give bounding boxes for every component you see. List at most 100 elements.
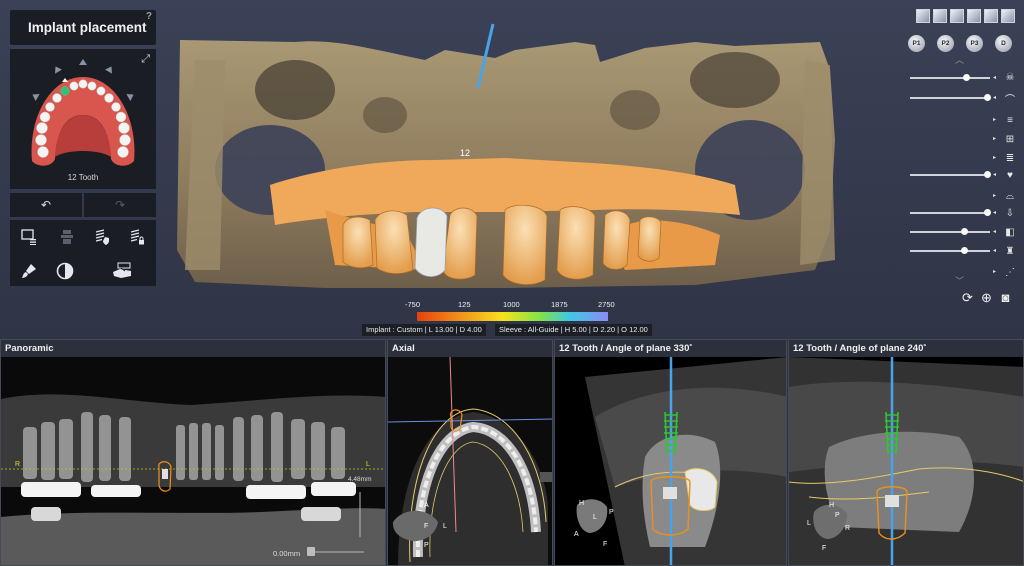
colorbar-tick-1: -750	[405, 300, 421, 309]
redo-button[interactable]: ↷	[84, 193, 156, 217]
cross-section-240-panel[interactable]: 12 Tooth / Angle of plane 240˚ H P L R F	[788, 339, 1024, 566]
slider-knob[interactable]	[963, 74, 970, 81]
layer5-arrow-icon[interactable]: ▸	[993, 154, 996, 161]
implant-library-button[interactable]	[18, 226, 40, 248]
arch-arrow-icon[interactable]: ▸	[993, 192, 996, 199]
camera-icon[interactable]: ◙	[998, 290, 1013, 305]
tooth-icon[interactable]: ♥	[1003, 169, 1017, 181]
panoramic-thickness-slider[interactable]	[307, 547, 364, 556]
model-toggle-arrow-icon[interactable]: ◂	[993, 94, 996, 101]
contrast-button[interactable]	[54, 260, 76, 282]
panel-title: Implant placement ?	[10, 10, 156, 45]
scroll-down-chevron-icon[interactable]: ﹀	[955, 274, 964, 287]
3d-skull-render[interactable]: 12	[175, 20, 840, 290]
measurement-label: 4.48mm	[348, 476, 371, 483]
model-opacity-slider[interactable]	[910, 94, 991, 101]
implant-icon[interactable]: ⇩	[1003, 207, 1017, 219]
cross-section-240-title: 12 Tooth / Angle of plane 240˚	[789, 340, 1023, 357]
axial-orient-l: L	[443, 523, 447, 530]
panoramic-image[interactable]: R L 4.48mm	[1, 357, 386, 566]
skull-toggle-arrow-icon[interactable]: ◂	[993, 74, 996, 81]
implant-opacity-slider[interactable]	[910, 209, 991, 216]
zoom-value: 0.00mm	[273, 549, 301, 558]
axial-image[interactable]: A F L P	[388, 357, 553, 566]
abutment-opacity-slider[interactable]	[910, 247, 990, 254]
panel-title-text: Implant placement	[28, 20, 147, 35]
3d-volume-view[interactable]: 12	[175, 20, 840, 290]
dental-arch-diagram[interactable]	[10, 49, 156, 174]
nerve-icon[interactable]: ⋰	[1003, 266, 1017, 278]
slider-knob[interactable]	[984, 209, 991, 216]
scroll-up-chevron-icon[interactable]: ︿	[955, 53, 964, 66]
slider-knob[interactable]	[984, 171, 991, 178]
cross-section-330-image[interactable]: H P L A F	[555, 357, 787, 566]
preset-d-button[interactable]: D	[995, 35, 1012, 52]
scan-model-icon[interactable]: ⌒	[1003, 92, 1017, 106]
slider-knob[interactable]	[961, 247, 968, 254]
abutment-layer-icon[interactable]: ♜	[1003, 245, 1017, 257]
tooth-opacity-slider[interactable]	[910, 171, 991, 178]
cross-section-330-panel[interactable]: 12 Tooth / Angle of plane 330˚ H P L A F	[554, 339, 787, 566]
sleeve-toggle-arrow-icon[interactable]: ◂	[993, 228, 996, 235]
slider-knob[interactable]	[984, 94, 991, 101]
slider-knob[interactable]	[307, 547, 315, 556]
axial-orient-a: A	[424, 502, 429, 509]
view-right-cube-icon[interactable]	[967, 9, 981, 23]
reset-view-icon[interactable]: ⊕	[979, 290, 994, 305]
undo-redo-row: ↶ ↷	[10, 193, 156, 217]
preset-p2-button[interactable]: P2	[937, 35, 954, 52]
skull-opacity-slider[interactable]	[910, 74, 990, 81]
cross2-orient-f: F	[822, 545, 826, 552]
implant-lock-button[interactable]	[126, 226, 148, 248]
axial-title: Axial	[388, 340, 552, 357]
abutment-button[interactable]	[56, 226, 78, 248]
brush-tool-button[interactable]	[18, 260, 40, 282]
slider-knob[interactable]	[961, 228, 968, 235]
axial-panel[interactable]: Axial A F L P	[387, 339, 553, 566]
sleeve-icon[interactable]: ◧	[1003, 226, 1017, 238]
left-side-marker: L	[366, 461, 370, 468]
cross1-orient-h: H	[579, 500, 584, 507]
implant-toggle-arrow-icon[interactable]: ◂	[993, 209, 996, 216]
cross1-orient-a: A	[574, 531, 579, 538]
axial-scrollbar[interactable]	[540, 472, 552, 482]
tooth-toggle-arrow-icon[interactable]: ◂	[993, 171, 996, 178]
expand-icon[interactable]: ⤢	[141, 53, 150, 66]
implant-guard-button[interactable]	[91, 226, 113, 248]
dental-arch-icon[interactable]: ⌓	[1003, 190, 1017, 202]
sleeve-info: Sleeve : All-Guide | H 5.00 | D 2.20 | O…	[495, 324, 652, 336]
view-top-cube-icon[interactable]	[984, 9, 998, 23]
layer3-arrow-icon[interactable]: ▸	[993, 116, 996, 123]
stack-layer-icon[interactable]: ≣	[1003, 152, 1017, 164]
colorbar-tick-4: 1875	[551, 300, 568, 309]
implant-planning-app: Implant placement ? ⤢ 12 Tooth ↶ ↷ 12 -7…	[0, 0, 1024, 566]
add-layer-icon[interactable]: ⊞	[1003, 133, 1017, 145]
view-bottom-cube-icon[interactable]	[1001, 9, 1015, 23]
scan-align-button[interactable]	[110, 260, 136, 282]
rotate-view-icon[interactable]: ⟳	[960, 290, 975, 305]
preset-p3-button[interactable]: P3	[966, 35, 983, 52]
sleeve-opacity-slider[interactable]	[910, 228, 990, 235]
view-back-cube-icon[interactable]	[933, 9, 947, 23]
tooth-arch-selector[interactable]: ⤢ 12 Tooth	[10, 49, 156, 189]
brush-icon	[22, 264, 36, 278]
axial-orient-p: P	[424, 542, 429, 549]
gum-layer-icon[interactable]: ≡	[1003, 114, 1017, 126]
skull-icon[interactable]: ☠	[1003, 71, 1017, 83]
panoramic-title: Panoramic	[1, 340, 385, 357]
layer4-arrow-icon[interactable]: ▸	[993, 135, 996, 142]
cross-section-240-image[interactable]: H P L R F	[789, 357, 1024, 566]
cross-section-330-title: 12 Tooth / Angle of plane 330˚	[555, 340, 786, 357]
cross2-orient-h: H	[829, 502, 834, 509]
preset-p1-button[interactable]: P1	[908, 35, 925, 52]
nerve-arrow-icon[interactable]: ▸	[993, 268, 996, 275]
cross1-orient-p: P	[609, 509, 614, 516]
panoramic-panel[interactable]: Panoramic R L 4.48mm 0.00mm	[0, 339, 386, 566]
undo-button[interactable]: ↶	[10, 193, 82, 217]
view-front-cube-icon[interactable]	[916, 9, 930, 23]
hounsfield-colorbar	[417, 312, 608, 321]
implant-shield-icon	[95, 229, 109, 245]
help-icon[interactable]: ?	[146, 11, 152, 22]
view-left-cube-icon[interactable]	[950, 9, 964, 23]
abutment-toggle-arrow-icon[interactable]: ◂	[993, 247, 996, 254]
